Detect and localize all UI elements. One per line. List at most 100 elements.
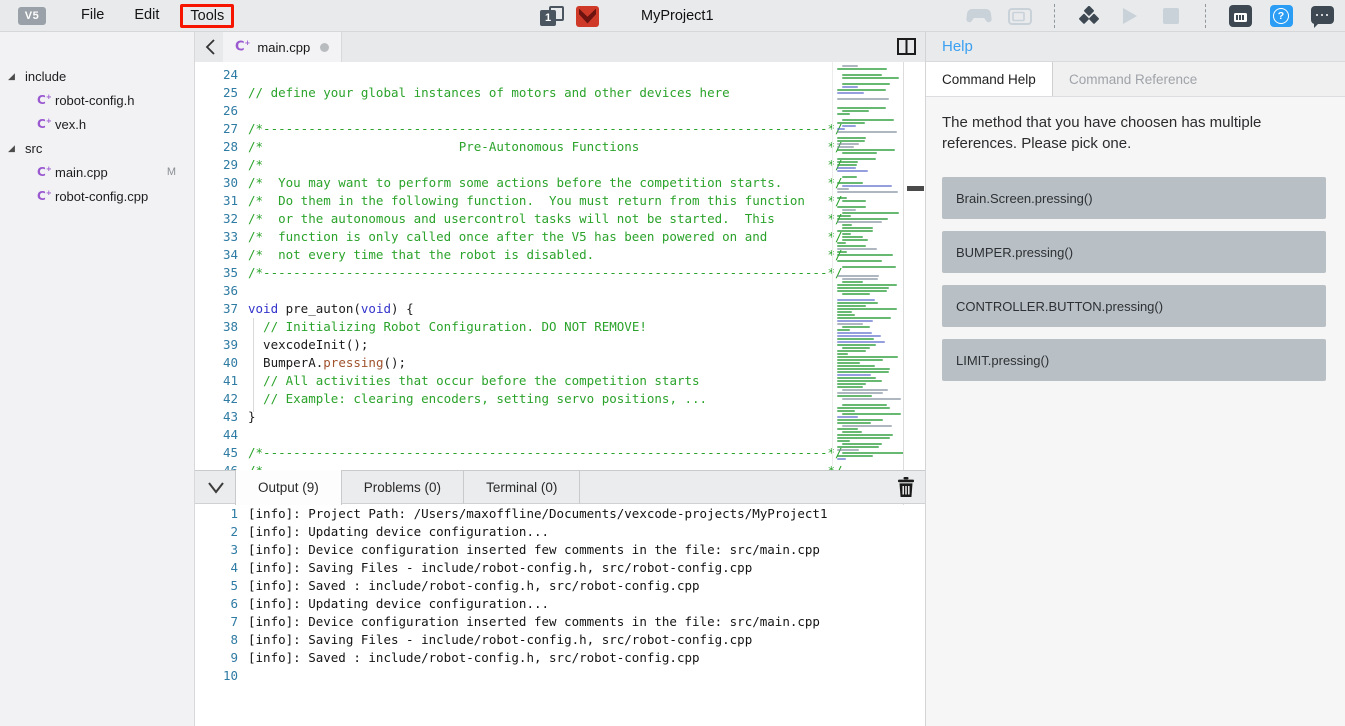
code-text: /* */ [238, 462, 843, 470]
tab-command-help[interactable]: Command Help [926, 62, 1053, 96]
help-icon[interactable]: ? [1268, 3, 1294, 29]
code-text: /* Pre-Autonomous Functions */ [238, 138, 843, 156]
file-label: vex.h [55, 117, 86, 132]
brain-screen-icon[interactable] [1007, 3, 1033, 29]
feedback-icon[interactable] [1309, 3, 1335, 29]
cpp-file-icon: C+ [37, 189, 52, 203]
console-tab-output[interactable]: Output (9) [235, 470, 342, 505]
slot-icon[interactable]: 1 [540, 5, 564, 27]
slot-number: 1 [540, 10, 556, 26]
editor-tab-bar: C+ main.cpp [195, 32, 925, 62]
expand-triangle-icon[interactable]: ◢ [8, 143, 15, 154]
file-label: robot-config.h [55, 93, 135, 108]
back-chevron-icon[interactable] [201, 37, 219, 57]
line-number: 9 [195, 649, 238, 667]
help-header: Help [926, 32, 1345, 62]
code-line: 36 [195, 282, 925, 300]
menu-edit[interactable]: Edit [125, 4, 168, 28]
code-text [238, 426, 248, 444]
tree-folder-include[interactable]: ◢include [0, 64, 194, 88]
file-label: robot-config.cpp [55, 189, 148, 204]
line-number: 46 [195, 462, 238, 470]
console-tab-bar: Output (9)Problems (0)Terminal (0) [195, 470, 925, 504]
folder-label: src [25, 141, 42, 156]
line-number: 25 [195, 84, 238, 102]
help-option-bumper[interactable]: BUMPER.pressing() [942, 231, 1326, 273]
help-option-limit[interactable]: LIMIT.pressing() [942, 339, 1326, 381]
line-number: 1 [195, 505, 238, 523]
toolbar: ? [966, 0, 1335, 32]
help-option-controller[interactable]: CONTROLLER.BUTTON.pressing() [942, 285, 1326, 327]
cpp-file-icon: C+ [235, 39, 250, 54]
console-tab-terminal[interactable]: Terminal (0) [464, 470, 580, 504]
code-text: /* */ [238, 156, 843, 174]
line-number: 40 [195, 354, 238, 372]
modified-dot [320, 43, 329, 52]
line-number: 38 [195, 318, 238, 336]
code-text: vexcodeInit(); [238, 336, 368, 354]
code-text [238, 102, 248, 120]
line-number: 2 [195, 523, 238, 541]
log-text: [info]: Device configuration inserted fe… [238, 613, 820, 631]
controller-icon[interactable] [966, 3, 992, 29]
tree-file-main-cpp[interactable]: C+main.cppM [0, 160, 194, 184]
output-line: 5[info]: Saved : include/robot-config.h,… [195, 577, 925, 595]
code-line: 45/*------------------------------------… [195, 444, 925, 462]
line-number: 45 [195, 444, 238, 462]
toolbar-separator [1205, 4, 1206, 28]
code-text: BumperA.pressing(); [238, 354, 406, 372]
line-number: 4 [195, 559, 238, 577]
app-menus: File Edit Tools [66, 4, 240, 28]
trash-icon[interactable] [897, 477, 915, 502]
code-text: // define your global instances of motor… [238, 84, 730, 102]
line-number: 31 [195, 192, 238, 210]
line-number: 28 [195, 138, 238, 156]
code-text: /*--------------------------------------… [238, 264, 843, 282]
split-editor-icon[interactable] [897, 38, 917, 56]
code-line: 40 BumperA.pressing(); [195, 354, 925, 372]
output-console[interactable]: 1[info]: Project Path: /Users/maxoffline… [195, 505, 925, 726]
tree-file-vex-h[interactable]: C+vex.h [0, 112, 194, 136]
menu-file[interactable]: File [72, 4, 113, 28]
code-line: 43} [195, 408, 925, 426]
line-number: 44 [195, 426, 238, 444]
brain-status-icon[interactable] [576, 6, 599, 27]
help-message: The method that you have choosen has mul… [942, 112, 1314, 154]
line-number: 42 [195, 390, 238, 408]
line-number: 26 [195, 102, 238, 120]
toolbar-separator [1054, 4, 1055, 28]
download-icon[interactable] [1076, 3, 1102, 29]
code-line: 38 // Initializing Robot Configuration. … [195, 318, 925, 336]
tree-file-robot-config-cpp[interactable]: C+robot-config.cpp [0, 184, 194, 208]
tab-main-cpp[interactable]: C+ main.cpp [223, 32, 342, 62]
code-editor[interactable]: 2425// define your global instances of m… [195, 62, 925, 470]
help-options: Brain.Screen.pressing() BUMPER.pressing()… [942, 177, 1329, 381]
stop-icon[interactable] [1158, 3, 1184, 29]
device-info-icon[interactable] [1227, 3, 1253, 29]
code-text: /* You may want to perform some actions … [238, 174, 843, 192]
log-text: [info]: Saved : include/robot-config.h, … [238, 577, 700, 595]
code-lines: 2425// define your global instances of m… [195, 66, 925, 470]
output-line: 3[info]: Device configuration inserted f… [195, 541, 925, 559]
tab-command-reference[interactable]: Command Reference [1053, 62, 1213, 96]
menu-tools[interactable]: Tools [180, 4, 234, 28]
collapse-chevron-icon[interactable] [205, 476, 227, 498]
help-panel: Help Command Help Command Reference The … [925, 32, 1345, 726]
line-number: 30 [195, 174, 238, 192]
editor-scrollbar-handle[interactable] [907, 186, 924, 191]
tree-folder-src[interactable]: ◢ src [0, 136, 194, 160]
expand-triangle-icon[interactable]: ◢ [8, 71, 15, 82]
cpp-file-icon: C+ [37, 117, 52, 131]
project-title: MyProject1 [641, 8, 714, 24]
code-line: 26 [195, 102, 925, 120]
help-option-brain[interactable]: Brain.Screen.pressing() [942, 177, 1326, 219]
code-line: 32/* or the autonomous and usercontrol t… [195, 210, 925, 228]
log-text: [info]: Project Path: /Users/maxoffline/… [238, 505, 827, 523]
log-text: [info]: Saving Files - include/robot-con… [238, 559, 752, 577]
minimap[interactable] [832, 62, 900, 466]
tree-file-robot-config-h[interactable]: C+robot-config.h [0, 88, 194, 112]
code-line: 46/* */ [195, 462, 925, 470]
console-tab-problems[interactable]: Problems (0) [342, 470, 464, 504]
play-icon[interactable] [1117, 3, 1143, 29]
help-tabs: Command Help Command Reference [926, 62, 1345, 97]
